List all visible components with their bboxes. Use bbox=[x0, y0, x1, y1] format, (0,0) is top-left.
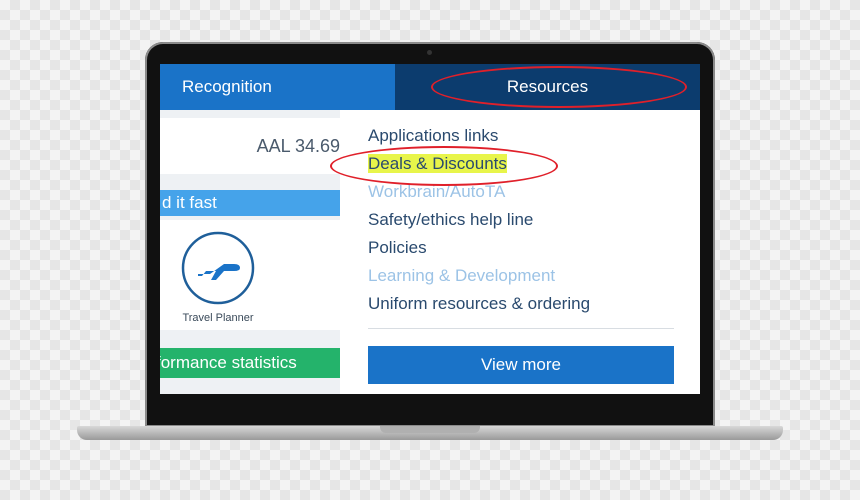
menu-divider bbox=[368, 328, 674, 329]
resources-annotation-oval bbox=[431, 66, 687, 108]
menu-item-policies[interactable]: Policies bbox=[368, 238, 427, 258]
stock-text: AAL 34.69 bbox=[256, 135, 340, 156]
menu-item-safety-ethics[interactable]: Safety/ethics help line bbox=[368, 210, 533, 230]
menu-item-label: Uniform resources & ordering bbox=[368, 294, 591, 313]
laptop-notch bbox=[380, 426, 480, 433]
tab-recognition[interactable]: Recognition bbox=[160, 64, 395, 110]
menu-item-label: Policies bbox=[368, 238, 427, 257]
menu-item-label: Applications links bbox=[368, 126, 499, 145]
find-it-fast-label: d it fast bbox=[162, 193, 217, 212]
performance-statistics-header: formance statistics bbox=[160, 348, 340, 378]
tab-recognition-label: Recognition bbox=[182, 77, 272, 96]
stock-ticker: AAL 34.69 bbox=[160, 118, 340, 174]
performance-statistics-label: formance statistics bbox=[160, 353, 297, 372]
view-more-button[interactable]: View more bbox=[368, 346, 674, 384]
travel-planner-tile[interactable]: Travel Planner bbox=[160, 220, 340, 330]
left-panel: AAL 34.69 d it fast Travel Planner forma… bbox=[160, 110, 342, 394]
menu-item-label: Learning & Development bbox=[368, 266, 556, 285]
webcam bbox=[427, 50, 432, 55]
airplane-icon bbox=[181, 231, 255, 305]
find-it-fast-header: d it fast bbox=[160, 190, 342, 216]
menu-item-applications-links[interactable]: Applications links bbox=[368, 126, 498, 146]
menu-item-label: Safety/ethics help line bbox=[368, 210, 534, 229]
menu-item-uniform-resources[interactable]: Uniform resources & ordering bbox=[368, 294, 590, 314]
deals-annotation-oval bbox=[330, 146, 558, 186]
menu-item-learning-development[interactable]: Learning & Development bbox=[368, 266, 555, 286]
screen: Recognition Resources AAL 34.69 d it fas… bbox=[160, 64, 700, 394]
travel-planner-label: Travel Planner bbox=[182, 312, 254, 324]
